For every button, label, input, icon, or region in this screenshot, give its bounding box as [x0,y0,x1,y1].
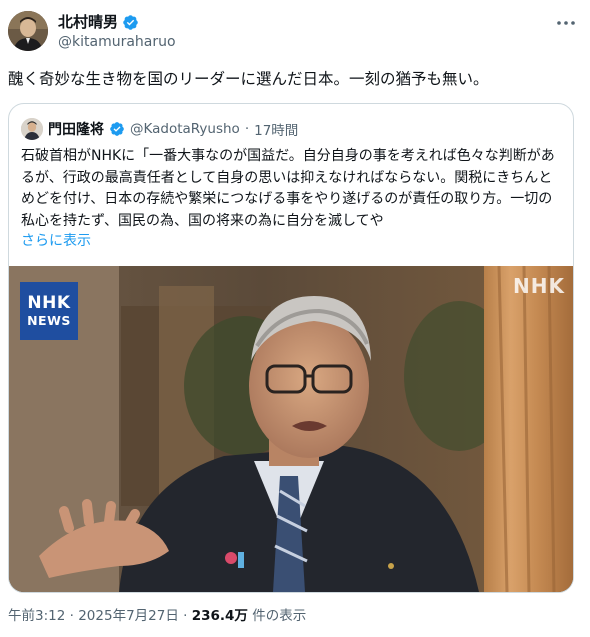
author-handle[interactable]: @kitamuraharuo [58,32,176,52]
views-label: 件の表示 [252,608,307,624]
quoted-tweet-card[interactable]: 門田隆将 @KadotaRyusho · 17時間 石破首相がNHKに「一番大事… [8,103,574,593]
tweet-meta: 午前3:12 · 2025年7月27日 · 236.4万 件の表示 [8,606,306,626]
more-options-icon[interactable] [554,13,578,33]
author-display-name: 北村晴男 [58,13,119,31]
post-date[interactable]: 2025年7月27日 [78,608,179,624]
show-more-link[interactable]: さらに表示 [21,231,91,252]
author-names: 北村晴男 @kitamuraharuo [58,12,176,52]
tweet-text: 醜く奇妙な生き物を国のリーダーに選んだ日本。一刻の猶予も無い。 [8,70,489,88]
tweet-header: 北村晴男 @kitamuraharuo [8,11,582,55]
verified-badge-icon [109,121,125,137]
quoted-timestamp[interactable]: 17時間 [254,119,298,139]
quoted-author-handle: @KadotaRyusho [130,121,240,137]
nhk-logo-line1: NHK [27,293,71,313]
nhk-logo-line2: NEWS [27,313,71,328]
author-avatar[interactable] [8,11,48,51]
quoted-tweet-text: 石破首相がNHKに「一番大事なのが国益だ。自分自身の事を考えれば色々な判断がある… [21,148,555,229]
verified-badge-icon [122,14,139,31]
views-count: 236.4万 [191,608,248,624]
quoted-author-display-name: 門田隆将 [48,122,104,138]
meta-separator: · [69,608,74,624]
quoted-separator: · [244,121,250,137]
nhk-news-logo: NHK NEWS [20,282,78,340]
post-time[interactable]: 午前3:12 [8,608,65,624]
meta-separator: · [183,608,188,624]
quoted-tweet-image[interactable]: NHK NEWS NHK [9,266,573,592]
quoted-author-avatar [21,118,43,140]
quoted-tweet-header: 門田隆将 @KadotaRyusho · 17時間 [21,118,298,140]
author-display-name-row[interactable]: 北村晴男 [58,12,176,32]
nhk-watermark: NHK [513,274,565,298]
